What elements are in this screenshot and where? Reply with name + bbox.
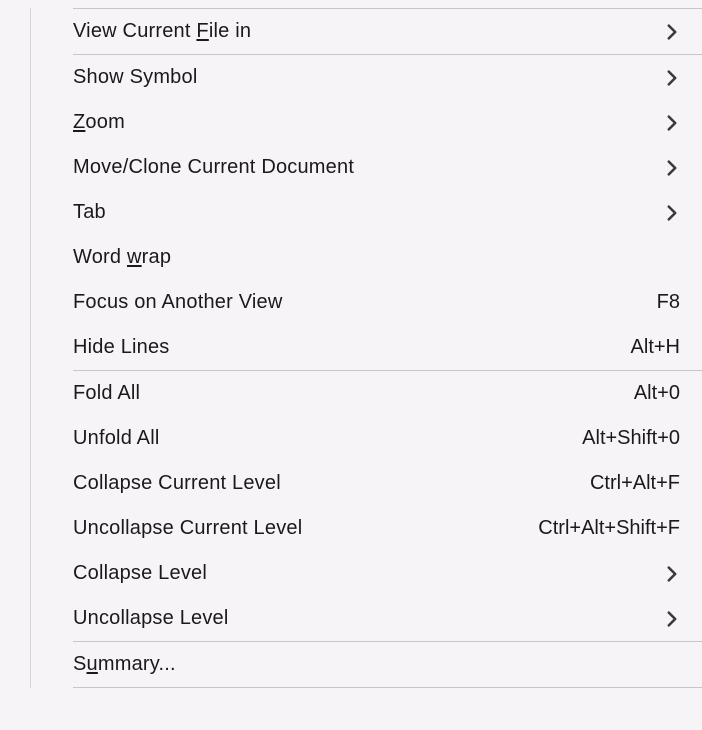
menu-item-uncollapse-level[interactable]: Uncollapse Level	[31, 596, 702, 641]
menu-item-label: Collapse Level	[73, 562, 207, 585]
chevron-right-icon	[664, 205, 680, 221]
menu-item-collapse-current-level[interactable]: Collapse Current Level Ctrl+Alt+F	[31, 461, 702, 506]
menu-item-label: Unfold All	[73, 427, 160, 450]
menu-item-label: Zoom	[73, 111, 125, 134]
menu-item-word-wrap[interactable]: Word wrap	[31, 235, 702, 280]
chevron-right-icon	[664, 566, 680, 582]
menu-item-shortcut: Alt+0	[634, 382, 680, 405]
menu-item-label: Uncollapse Current Level	[73, 517, 302, 540]
menu-item-shortcut: F8	[657, 291, 680, 314]
menu-item-shortcut: Alt+Shift+0	[582, 427, 680, 450]
menu-item-focus-on-another-view[interactable]: Focus on Another View F8	[31, 280, 702, 325]
menu-item-label: Hide Lines	[73, 336, 170, 359]
menu-item-tab[interactable]: Tab	[31, 190, 702, 235]
menu-item-uncollapse-current-level[interactable]: Uncollapse Current Level Ctrl+Alt+Shift+F	[31, 506, 702, 551]
menu-item-label: Move/Clone Current Document	[73, 156, 354, 179]
menu-item-label: Focus on Another View	[73, 291, 283, 314]
chevron-right-icon	[664, 115, 680, 131]
menu-item-label: Fold All	[73, 382, 140, 405]
menu-item-label: Uncollapse Level	[73, 607, 229, 630]
menu-item-summary[interactable]: Summary...	[31, 642, 702, 687]
menu-item-zoom[interactable]: Zoom	[31, 100, 702, 145]
chevron-right-icon	[664, 611, 680, 627]
menu-item-shortcut: Ctrl+Alt+Shift+F	[538, 517, 680, 540]
menu-item-label: Show Symbol	[73, 66, 197, 89]
menu-item-move-clone-current-document[interactable]: Move/Clone Current Document	[31, 145, 702, 190]
menu-item-label: Summary...	[73, 653, 176, 676]
menu-item-unfold-all[interactable]: Unfold All Alt+Shift+0	[31, 416, 702, 461]
menu-item-label: Word wrap	[73, 246, 171, 269]
menu-item-shortcut: Alt+H	[631, 336, 680, 359]
menu-item-label: View Current File in	[73, 20, 251, 43]
menu-item-view-current-file-in[interactable]: View Current File in	[31, 9, 702, 54]
separator	[73, 687, 702, 688]
menu-item-show-symbol[interactable]: Show Symbol	[31, 55, 702, 100]
chevron-right-icon	[664, 24, 680, 40]
chevron-right-icon	[664, 70, 680, 86]
menu-item-label: Tab	[73, 201, 106, 224]
menu-item-shortcut: Ctrl+Alt+F	[590, 472, 680, 495]
menu-item-collapse-level[interactable]: Collapse Level	[31, 551, 702, 596]
chevron-right-icon	[664, 160, 680, 176]
context-menu: View Current File in Show Symbol Zoom Move/…	[30, 8, 702, 688]
menu-item-label: Collapse Current Level	[73, 472, 281, 495]
menu-item-hide-lines[interactable]: Hide Lines Alt+H	[31, 325, 702, 370]
menu-item-fold-all[interactable]: Fold All Alt+0	[31, 371, 702, 416]
